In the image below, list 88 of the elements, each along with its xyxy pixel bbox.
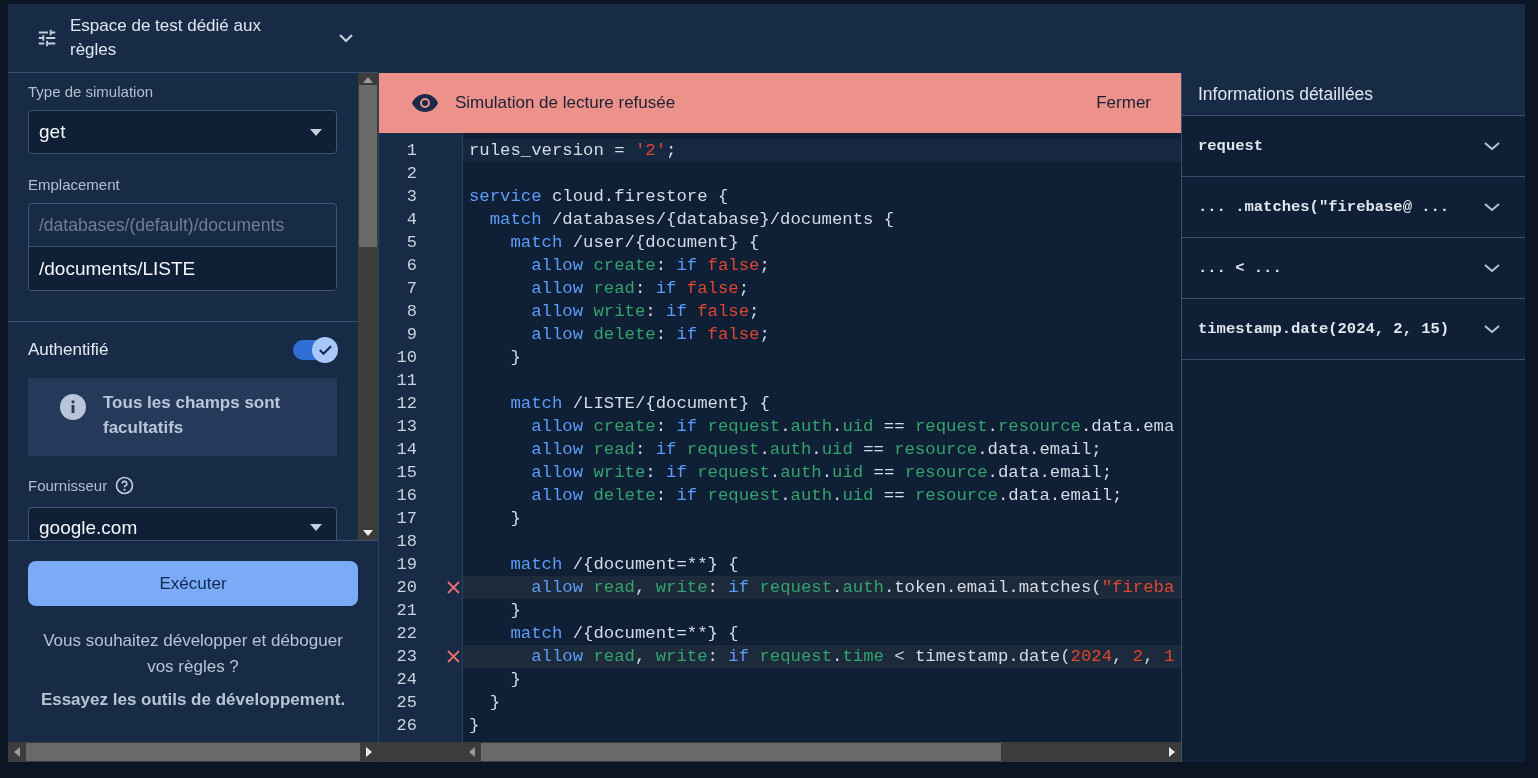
provider-dropdown[interactable]: google.com — [28, 507, 337, 540]
code-line: allow read, write: if request.time < timestamp.date(2024, 2, 1 — [530, 647, 1175, 666]
expression-text: ... < ... — [1198, 259, 1282, 277]
code-line: match /{document=**} { — [509, 624, 739, 643]
expression-text: timestamp.date(2024, 2, 15) — [1198, 320, 1450, 338]
expression-text: ... .matches("firebase@ ... — [1198, 198, 1450, 216]
code-line: allow write: if false; — [530, 302, 760, 321]
scroll-up-icon[interactable] — [363, 77, 373, 83]
scroll-right-icon[interactable] — [1169, 747, 1175, 757]
line-number: 3 — [405, 187, 417, 206]
dropdown-arrow-icon — [310, 524, 322, 531]
code-line: allow write: if request.auth.uid == resource.data.email; — [530, 463, 1113, 482]
scroll-left-icon[interactable] — [469, 747, 475, 757]
code-line: allow read: if request.auth.uid == resource.data.email; — [530, 440, 1102, 459]
field-label: Type de simulation — [28, 83, 155, 100]
horizontal-scrollbar[interactable] — [379, 742, 1181, 762]
details-item[interactable]: ... .matches("firebase@ ... — [1182, 177, 1525, 238]
code-line: match /LISTE/{document} { — [509, 394, 770, 413]
details-item[interactable]: ... < ... — [1182, 238, 1525, 299]
line-number: 7 — [405, 279, 417, 298]
line-number: 21 — [395, 601, 417, 620]
line-number: 24 — [395, 670, 417, 689]
line-number: 13 — [395, 417, 417, 436]
dev-tools-link[interactable]: Essayez les outils de développement. — [40, 690, 346, 710]
line-number: 6 — [405, 256, 417, 275]
field-label: Fournisseur — [28, 477, 108, 494]
line-number: 16 — [395, 486, 417, 505]
simulation-type-dropdown[interactable]: get — [28, 110, 337, 154]
line-number: 19 — [395, 555, 417, 574]
line-number: 1 — [405, 141, 417, 160]
horizontal-scrollbar[interactable] — [8, 742, 378, 762]
code-line: } — [509, 348, 521, 367]
line-number: 10 — [395, 348, 417, 367]
scroll-down-icon[interactable] — [363, 530, 373, 536]
code-line: allow create: if request.auth.uid == request.resource.data.ema — [530, 417, 1175, 436]
code-line: match /user/{document} { — [509, 233, 760, 252]
line-number: 26 — [395, 716, 417, 735]
code-line: match /databases/{database}/documents { — [488, 210, 895, 229]
line-number: 25 — [395, 693, 417, 712]
code-line: match /{document=**} { — [509, 555, 739, 574]
code-line: allow read, write: if request.auth.token.email.matches("fireba — [530, 578, 1175, 597]
details-title: Informations détaillées — [1182, 73, 1525, 116]
toggle-label: Authentifié — [28, 340, 109, 360]
close-button[interactable]: Fermer — [1096, 89, 1151, 117]
line-number: 20 — [395, 578, 417, 597]
line-number: 9 — [405, 325, 417, 344]
expression-text: request — [1198, 137, 1264, 155]
code-line: } — [509, 509, 521, 528]
info-icon — [60, 394, 86, 420]
banner-message: Simulation de lecture refusée — [455, 93, 677, 113]
vertical-scrollbar[interactable] — [358, 73, 378, 540]
line-number: 22 — [395, 624, 417, 643]
line-number: 17 — [395, 509, 417, 528]
panel-title: Espace de test dédié aux règles — [70, 15, 262, 61]
line-number: 11 — [395, 371, 417, 390]
dropdown-arrow-icon — [310, 128, 322, 136]
info-text: Tous les champs sont facultatifs — [103, 392, 282, 439]
field-label: Emplacement — [28, 176, 121, 193]
line-number: 5 — [405, 233, 417, 252]
code-line: service cloud.firestore { — [469, 187, 729, 206]
authenticated-toggle[interactable] — [293, 340, 337, 360]
scroll-left-icon[interactable] — [14, 747, 20, 757]
line-number: 4 — [405, 210, 417, 229]
code-line: } — [509, 601, 521, 620]
code-line: } — [488, 693, 501, 712]
line-number: 12 — [395, 394, 417, 413]
run-button[interactable]: Exécuter — [28, 561, 358, 606]
promo-text: Vous souhaitez développer et déboguer vos règles ? — [42, 630, 344, 678]
location-input[interactable]: /documents/LISTE — [29, 247, 336, 290]
code-line: allow delete: if request.auth.uid == resource.data.email; — [530, 486, 1123, 505]
code-line: allow create: if false; — [530, 256, 770, 275]
line-number: 15 — [395, 463, 417, 482]
code-line: allow read: if false; — [530, 279, 750, 298]
eye-icon — [411, 93, 439, 113]
line-number: 14 — [395, 440, 417, 459]
scroll-right-icon[interactable] — [366, 747, 372, 757]
details-item[interactable]: request — [1182, 116, 1525, 177]
code-line: allow delete: if false; — [530, 325, 770, 344]
sliders-icon — [36, 27, 58, 49]
details-item[interactable]: timestamp.date(2024, 2, 15) — [1182, 299, 1525, 360]
line-number: 8 — [405, 302, 417, 321]
code-line: } — [509, 670, 521, 689]
line-number: 2 — [405, 164, 417, 183]
code-line: } — [469, 716, 480, 735]
code-line: rules_version = '2'; — [469, 141, 677, 160]
help-icon[interactable] — [115, 476, 135, 495]
line-number: 18 — [395, 532, 417, 551]
line-number: 23 — [395, 647, 417, 666]
